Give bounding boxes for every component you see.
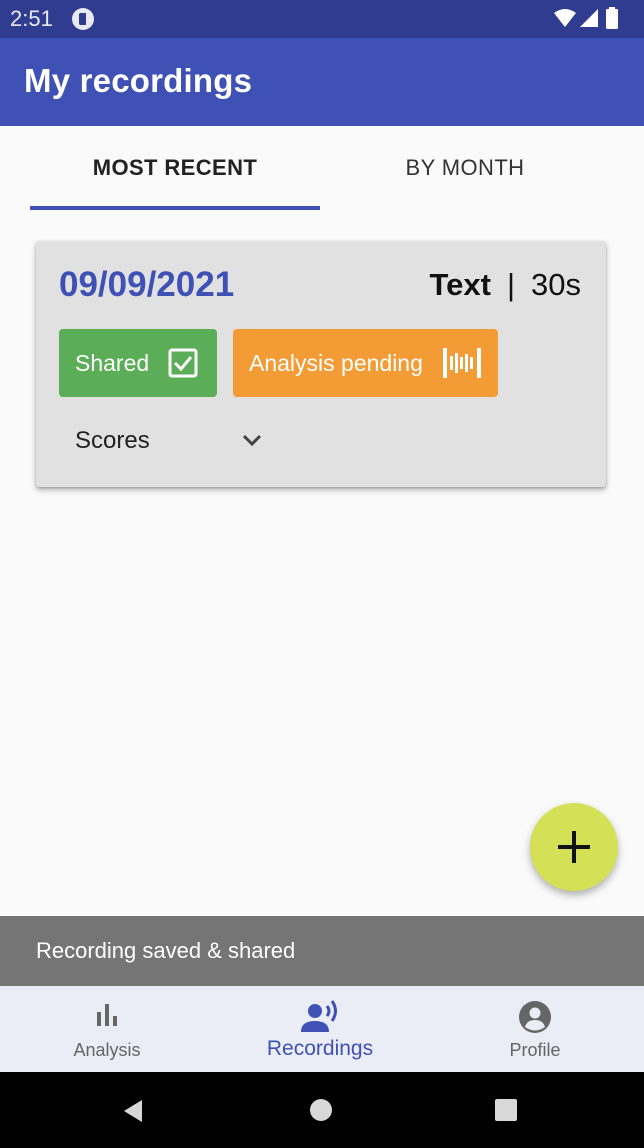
recording-duration: 30s <box>531 267 581 302</box>
recents-icon[interactable] <box>494 1098 518 1122</box>
add-recording-button[interactable] <box>530 803 618 891</box>
bottom-navigation: Analysis Recordings Profile <box>0 986 644 1072</box>
analysis-pending-badge: Analysis pending <box>233 329 498 397</box>
snackbar-message: Recording saved & shared <box>36 938 296 963</box>
shared-badge: Shared <box>59 329 217 397</box>
recording-date: 09/09/2021 <box>59 265 235 304</box>
battery-icon <box>606 7 618 29</box>
snackbar: Recording saved & shared <box>0 916 644 986</box>
nav-item-recordings[interactable]: Recordings <box>213 986 427 1072</box>
nav-item-profile[interactable]: Profile <box>428 986 642 1072</box>
shared-label: Shared <box>75 349 150 376</box>
chevron-down-icon[interactable] <box>241 433 263 447</box>
podcast-app-icon <box>72 8 94 30</box>
page-title: My recordings <box>24 62 253 99</box>
tab-by-month[interactable]: BY MONTH <box>320 126 610 210</box>
status-bar: 2:51 <box>0 0 644 38</box>
nav-label-profile: Profile <box>509 1040 561 1060</box>
recording-type: Text <box>429 267 491 302</box>
recording-card[interactable]: 09/09/2021 Text | 30s Shared Analysis pe… <box>36 241 606 487</box>
system-navigation-bar <box>0 1072 644 1148</box>
wifi-icon <box>554 9 576 27</box>
tab-bar: MOST RECENT BY MONTH <box>0 126 644 212</box>
analysis-pending-label: Analysis pending <box>249 349 423 376</box>
tab-indicator <box>30 206 320 210</box>
nav-label-analysis: Analysis <box>73 1040 141 1060</box>
status-time: 2:51 <box>10 6 53 31</box>
nav-item-analysis[interactable]: Analysis <box>0 986 214 1072</box>
signal-icon <box>580 9 598 27</box>
audio-waveform-icon <box>443 348 481 378</box>
status-icons <box>552 7 632 31</box>
meta-separator: | <box>506 267 516 302</box>
scores-toggle-label[interactable]: Scores <box>75 427 150 455</box>
record-voice-icon <box>301 1000 337 1032</box>
recording-meta: Text | 30s <box>430 267 582 303</box>
account-circle-icon <box>519 1001 551 1033</box>
bar-chart-icon <box>97 1004 117 1026</box>
back-icon[interactable] <box>120 1098 146 1124</box>
home-icon[interactable] <box>309 1098 333 1122</box>
nav-label-recordings: Recordings <box>266 1037 374 1060</box>
app-bar: My recordings <box>0 38 644 126</box>
tab-most-recent[interactable]: MOST RECENT <box>30 126 320 210</box>
plus-icon <box>558 831 590 863</box>
checkbox-checked-icon <box>168 348 198 378</box>
